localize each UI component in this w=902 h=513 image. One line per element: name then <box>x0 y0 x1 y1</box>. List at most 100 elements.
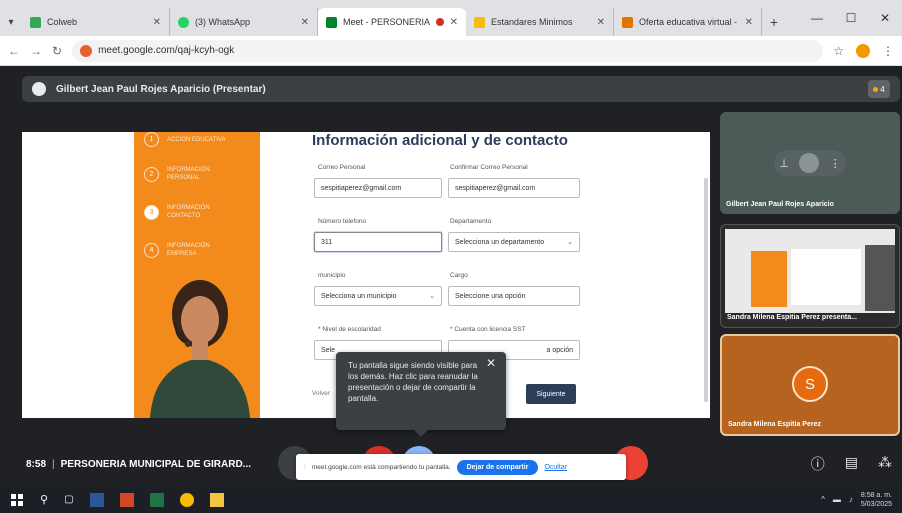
tab-label: Estandares Minimos <box>491 17 573 27</box>
cargo-label: Cargo <box>450 272 468 279</box>
presenter-name: Gilbert Jean Paul Rojes Aparicio (Presen… <box>56 83 266 95</box>
forward-arrow-icon[interactable]: → <box>30 44 42 58</box>
tab-close-icon[interactable]: ✕ <box>597 17 605 28</box>
word-icon[interactable] <box>89 492 104 507</box>
correo-input[interactable]: sespitiaperez@gmail.com <box>314 178 442 198</box>
stop-sharing-button[interactable]: Dejar de compartir <box>456 459 539 475</box>
maximize-icon[interactable]: ☐ <box>834 11 868 25</box>
info-icon[interactable]: ⓘ <box>811 454 825 474</box>
url-field[interactable]: meet.google.com/qaj-kcyh-ogk <box>72 39 824 62</box>
participants-count: 4 <box>880 84 885 94</box>
file-explorer-icon[interactable] <box>209 492 224 507</box>
tooltip-arrow <box>414 430 428 437</box>
volume-icon[interactable]: ♪ <box>849 495 853 504</box>
thumbnail-side <box>865 245 895 311</box>
minimize-icon[interactable]: — <box>800 11 834 25</box>
windows-start-icon[interactable] <box>10 493 24 507</box>
pen-favicon-icon <box>474 16 485 28</box>
close-window-icon[interactable]: ✕ <box>868 11 902 25</box>
thumbnail-orange-panel <box>751 251 787 307</box>
bookmark-star-icon[interactable]: ☆ <box>833 44 844 58</box>
municipio-label: municipio <box>318 272 346 279</box>
cargo-select[interactable]: Seleccione una opción <box>448 286 580 306</box>
more-options-icon[interactable]: ⋮ <box>830 157 841 170</box>
mic-icon[interactable] <box>799 153 820 173</box>
participant-tile-sandra[interactable]: S Sandra Milena Espitia Perez <box>720 334 900 436</box>
browser-tab-5[interactable]: Oferta educativa virtual - Fe ✕ <box>614 8 762 36</box>
step-3: 3 Información contacto <box>144 204 227 220</box>
meet-favicon-icon <box>326 16 337 28</box>
telefono-value: 311 <box>321 238 333 246</box>
tray-chevron-icon[interactable]: ^ <box>821 495 825 504</box>
browser-tab-3[interactable]: Meet - PERSONERIA M ✕ <box>318 8 466 36</box>
taskbar-clock[interactable]: 8:58 a. m. 5/03/2025 <box>861 491 892 509</box>
tab-label: Colweb <box>47 17 78 27</box>
participant-name: Sandra Milena Espitia Perez <box>728 421 821 428</box>
confirm-correo-input[interactable]: sespitiaperez@gmail.com <box>448 178 580 198</box>
browser-tab-2[interactable]: (3) WhatsApp ✕ <box>170 8 318 36</box>
participant-tile-sandra-presenting[interactable]: Sandra Milena Espitia Perez presenta... <box>720 224 900 328</box>
departamento-label: Departamento <box>450 218 492 225</box>
telefono-input[interactable]: 311 <box>314 232 442 252</box>
volver-link[interactable]: Volver <box>312 390 330 397</box>
step-4: 4 Información empresa <box>144 242 227 258</box>
municipio-select[interactable]: Selecciona un municipio ⌄ <box>314 286 442 306</box>
task-view-icon[interactable]: ▢ <box>64 494 73 505</box>
search-icon[interactable]: ⚲ <box>40 493 48 506</box>
correo-value: sespitiaperez@gmail.com <box>321 184 402 192</box>
browser-tabbar: ▾ Colweb ✕ (3) WhatsApp ✕ Meet - PERSONE… <box>0 0 902 36</box>
tab-close-icon[interactable]: ✕ <box>450 17 458 28</box>
back-arrow-icon[interactable]: ← <box>8 44 20 58</box>
cargo-value: Seleccione una opción <box>455 292 526 300</box>
departamento-select[interactable]: Selecciona un departamento ⌄ <box>448 232 580 252</box>
participant-name: Gilbert Jean Paul Rojes Aparicio <box>726 201 834 208</box>
browser-tab-4[interactable]: Estandares Minimos ✕ <box>466 8 614 36</box>
menu-kebab-icon[interactable]: ⋮ <box>882 44 894 58</box>
hide-banner-link[interactable]: Ocultar <box>544 464 567 471</box>
activities-icon[interactable]: ⁂ <box>878 454 892 474</box>
participant-avatar: S <box>792 366 828 402</box>
new-tab-button[interactable]: + <box>762 8 786 36</box>
clock-time: 8:58 a. m. <box>860 491 892 499</box>
tab-label: Meet - PERSONERIA M <box>343 17 430 27</box>
clock-date: 5/03/2025 <box>860 500 892 508</box>
step-label: Información personal <box>167 167 210 181</box>
tile-controls: ⊥ ⋮ <box>774 150 846 176</box>
close-icon[interactable]: ✕ <box>486 357 496 369</box>
window-controls: — ☐ ✕ <box>800 0 902 36</box>
chat-icon[interactable]: ▤ <box>845 454 858 474</box>
step-number: 3 <box>144 204 159 220</box>
step-label: Información contacto <box>167 205 210 219</box>
participant-name: Sandra Milena Espitia Perez presenta... <box>727 314 857 321</box>
colweb-favicon-icon <box>30 16 41 28</box>
step-label: Información empresa <box>167 243 210 257</box>
escolaridad-value: Sele <box>321 346 336 354</box>
tab-close-icon[interactable]: ✕ <box>153 17 161 28</box>
chevron-down-icon: ⌄ <box>567 239 573 246</box>
url-text: meet.google.com/qaj-kcyh-ogk <box>98 45 235 56</box>
tab-search-icon[interactable]: ▾ <box>0 8 22 36</box>
pin-icon[interactable]: ⊥ <box>779 157 789 170</box>
presenter-bar: Gilbert Jean Paul Rojes Aparicio (Presen… <box>22 76 900 102</box>
siguiente-button[interactable]: Siguiente <box>526 384 576 404</box>
reload-icon[interactable]: ↻ <box>52 44 62 58</box>
participant-tile-gilbert[interactable]: ⊥ ⋮ Gilbert Jean Paul Rojes Aparicio <box>720 112 900 214</box>
departamento-value: Selecciona un departamento <box>455 238 545 246</box>
network-icon[interactable]: ▬ <box>833 495 841 504</box>
step-number: 2 <box>144 166 159 182</box>
excel-icon[interactable] <box>149 492 164 507</box>
tab-close-icon[interactable]: ✕ <box>301 17 309 28</box>
windows-taskbar: ⚲ ▢ ^ ▬ ♪ 8:58 a. m. 5/03/2025 <box>0 486 902 513</box>
recording-indicator-icon <box>435 18 444 26</box>
telefono-label: Número telefono <box>318 218 367 225</box>
profile-avatar[interactable] <box>856 43 870 58</box>
confirm-correo-value: sespitiaperez@gmail.com <box>455 184 536 192</box>
site-info-icon[interactable] <box>80 44 93 57</box>
drag-handle-icon[interactable]: ⁞ <box>304 464 306 471</box>
participants-button[interactable]: 4 <box>868 80 890 98</box>
browser-tab-1[interactable]: Colweb ✕ <box>22 8 170 36</box>
chrome-icon[interactable] <box>179 492 194 507</box>
screen-share-banner: ⁞ meet.google.com está compartiendo tu p… <box>296 454 626 480</box>
tab-close-icon[interactable]: ✕ <box>745 17 753 28</box>
powerpoint-icon[interactable] <box>119 492 134 507</box>
